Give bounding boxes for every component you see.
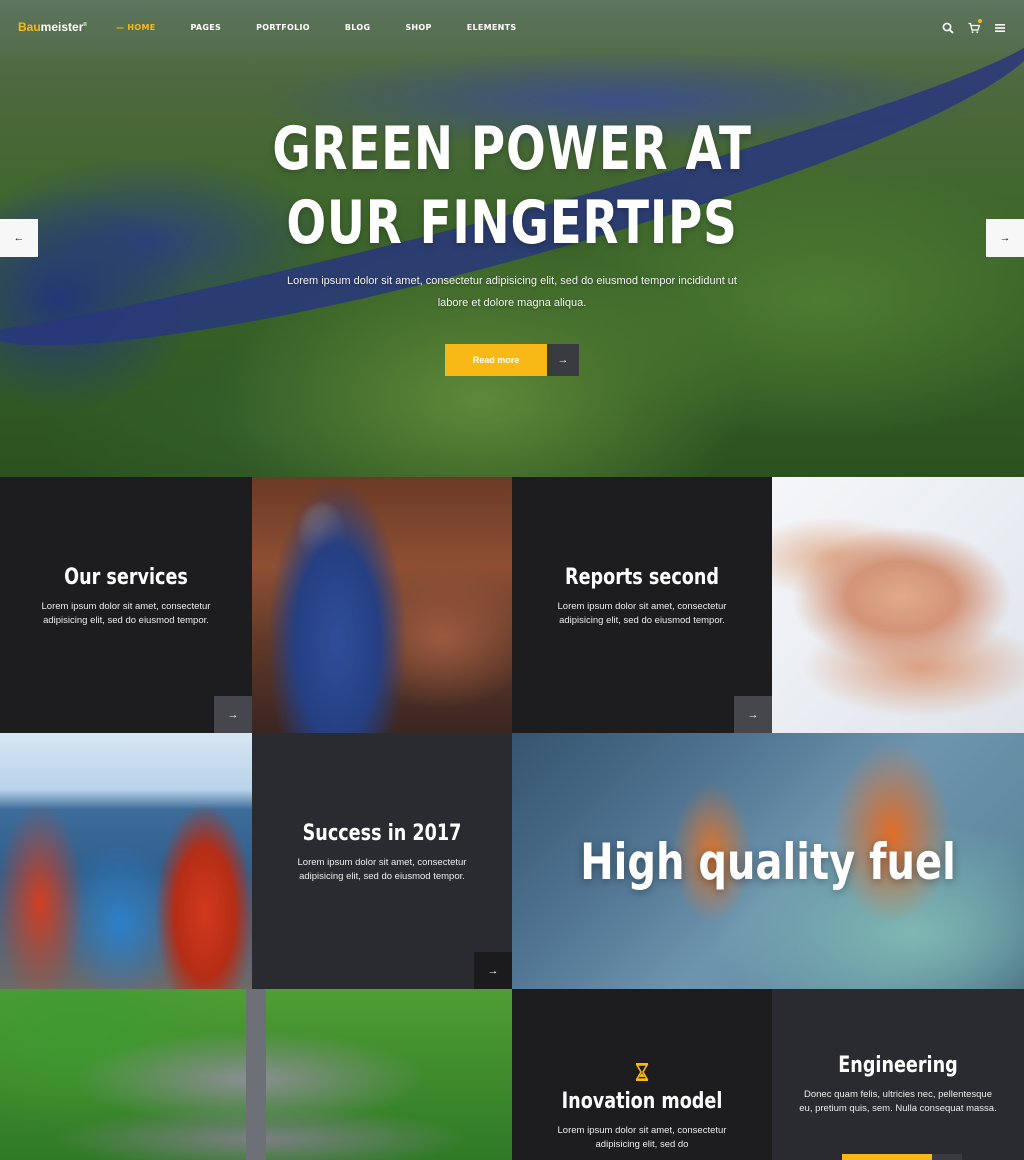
tile-description: Lorem ipsum dolor sit amet, consectetur … <box>557 601 727 626</box>
nav-item-blog[interactable]: BLOG <box>345 23 370 32</box>
offshore-workers-photo <box>0 733 252 989</box>
tile-engineering: Engineering Donec quam felis, ultricies … <box>772 989 1024 1160</box>
tile-arrow-button[interactable]: → <box>734 696 772 733</box>
engineering-button[interactable] <box>842 1154 932 1160</box>
tile-arrow-button[interactable]: → <box>474 952 512 989</box>
tile-our-services: Our services Lorem ipsum dolor sit amet,… <box>0 477 252 733</box>
hero-title: GREEN POWER AT OUR FINGERTIPS <box>272 114 752 258</box>
nav-item-portfolio[interactable]: PORTFOLIO <box>256 23 310 32</box>
teamwork-hands-photo <box>772 477 1024 733</box>
tile-title: Engineering <box>838 1053 958 1078</box>
nav-item-home[interactable]: — HOME <box>116 23 155 32</box>
tile-arrow-button[interactable]: → <box>214 696 252 733</box>
logo-accent: Bau <box>18 20 41 34</box>
cart-badge <box>978 19 982 23</box>
tile-success-2017: Success in 2017 Lorem ipsum dolor sit am… <box>252 733 512 989</box>
tile-description: Donec quam felis, ultricies nec, pellent… <box>799 1089 997 1114</box>
tile-high-quality-fuel[interactable]: High quality fuel <box>512 733 1024 989</box>
highway-aerial-photo <box>0 989 512 1160</box>
arrow-right-icon: → <box>557 354 569 366</box>
arrow-right-icon: → <box>227 708 239 721</box>
tile-title: Success in 2017 <box>302 821 462 846</box>
hero-cta-group: Read more → <box>0 344 1024 376</box>
tile-inovation-model: Inovation model Lorem ipsum dolor sit am… <box>512 989 772 1160</box>
read-more-button[interactable]: Read more <box>445 344 547 376</box>
tile-reports-second: Reports second Lorem ipsum dolor sit ame… <box>512 477 772 733</box>
tile-title: Inovation model <box>561 1089 723 1114</box>
hamburger-menu-icon[interactable] <box>994 21 1006 33</box>
nav-item-pages[interactable]: PAGES <box>191 23 222 32</box>
hero-slider: Baumeister® — HOME PAGES PORTFOLIO BLOG S… <box>0 0 1024 477</box>
nav-icon-group <box>942 19 1006 34</box>
hourglass-icon <box>635 1063 649 1081</box>
arrow-right-icon: → <box>747 708 759 721</box>
hero-content: GREEN POWER AT OUR FINGERTIPS Lorem ipsu… <box>0 112 1024 376</box>
engineering-arrow-button[interactable] <box>932 1154 962 1160</box>
main-menu: — HOME PAGES PORTFOLIO BLOG SHOP ELEMENTS <box>116 23 551 32</box>
tile-description: Lorem ipsum dolor sit amet, consectetur … <box>297 857 467 882</box>
read-more-arrow-button[interactable]: → <box>547 344 579 376</box>
nav-item-shop[interactable]: SHOP <box>405 23 431 32</box>
nav-item-elements[interactable]: ELEMENTS <box>467 23 517 32</box>
site-logo[interactable]: Baumeister® <box>18 20 87 34</box>
tile-description: Lorem ipsum dolor sit amet, consectetur … <box>557 1125 727 1150</box>
top-navigation: Baumeister® — HOME PAGES PORTFOLIO BLOG S… <box>0 0 1024 54</box>
arrow-right-icon: → <box>487 964 499 977</box>
tile-description: Lorem ipsum dolor sit amet, consectetur … <box>41 601 211 626</box>
hero-subtitle: Lorem ipsum dolor sit amet, consectetur … <box>286 275 737 309</box>
tile-title: Our services <box>64 565 188 590</box>
search-icon[interactable] <box>942 21 954 34</box>
speaker-photo <box>252 477 512 733</box>
cart-icon[interactable] <box>968 19 982 34</box>
fuel-title: High quality fuel <box>580 833 956 891</box>
tile-title: Reports second <box>565 565 719 590</box>
logo-text: meister <box>40 20 84 34</box>
